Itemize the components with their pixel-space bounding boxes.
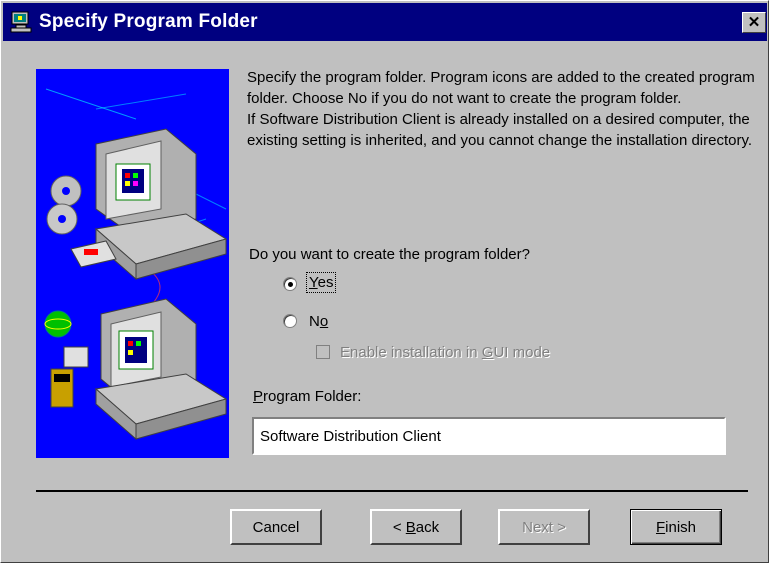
next-button[interactable]: Next > xyxy=(498,509,590,545)
program-folder-label: Program Folder: xyxy=(253,388,362,405)
back-button[interactable]: < Back xyxy=(370,509,462,545)
gui-mode-checkbox-label: Enable installation in GUI mode xyxy=(340,344,551,361)
cancel-button[interactable]: Cancel xyxy=(230,509,322,545)
close-button[interactable]: ✕ xyxy=(742,12,766,33)
radio-selected-dot xyxy=(288,282,293,287)
window-title: Specify Program Folder xyxy=(39,11,258,32)
gui-mode-checkbox[interactable] xyxy=(316,345,330,359)
program-folder-input[interactable] xyxy=(252,417,726,455)
setup-illustration xyxy=(36,69,229,458)
description: Specify the program folder. Program icon… xyxy=(247,67,757,151)
setup-dialog: Specify Program Folder ✕ Specify the pro… xyxy=(0,0,769,563)
question-label: Do you want to create the program folder… xyxy=(249,246,530,263)
close-icon: ✕ xyxy=(747,14,761,31)
computers-illustration xyxy=(44,88,228,441)
yes-radio[interactable] xyxy=(283,277,297,291)
finish-button[interactable]: Finish xyxy=(630,509,722,545)
no-radio[interactable] xyxy=(283,314,297,328)
button-separator xyxy=(36,490,748,492)
description-text-2: If Software Distribution Client is alrea… xyxy=(247,111,753,149)
description-text-1: Specify the program folder. Program icon… xyxy=(247,69,755,107)
title-bar: Specify Program Folder ✕ xyxy=(3,3,767,41)
setup-app-icon xyxy=(10,11,32,33)
no-radio-label[interactable]: No xyxy=(309,313,328,330)
yes-radio-label[interactable]: Yes xyxy=(305,272,337,293)
